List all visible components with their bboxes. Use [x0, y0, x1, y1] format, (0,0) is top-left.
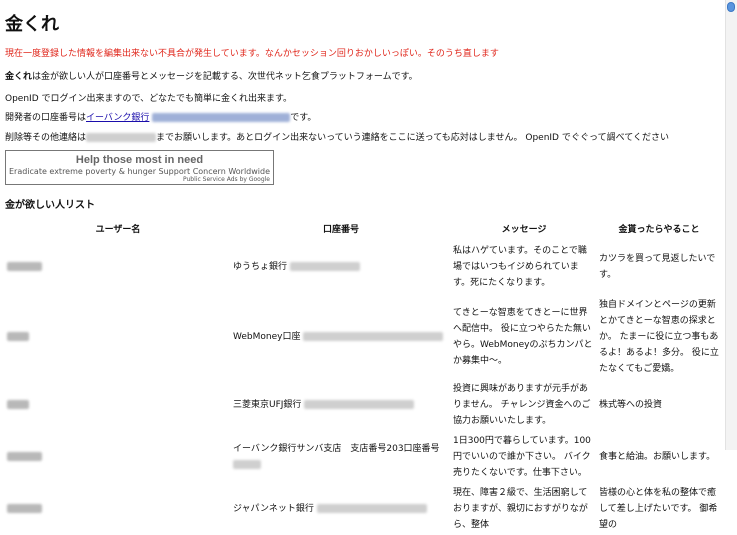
- table-row: ゆうちょ銀行 私はハゲています。そのことで職場ではいつもイジめられています。死に…: [5, 239, 721, 295]
- bank-name: ゆうちょ銀行: [233, 262, 288, 272]
- account-cell: WebMoney口座: [231, 295, 451, 379]
- table-row: イーバンク銀行サンバ支店 支店番号203口座番号 1日300円で暮らしています。…: [5, 431, 721, 483]
- redacted-account-number: [152, 113, 291, 122]
- plan-cell: 独自ドメインとページの更新とかてきとーな智恵の探求とか。 たまーに役に立つ事もあ…: [599, 300, 719, 374]
- redacted-username: [7, 262, 42, 271]
- developer-account-prefix: 開発者の口座番号は: [5, 113, 87, 123]
- table-row: ジャパンネット銀行 現在、障害２級で、生活困窮しておりますが、親切におすがりなが…: [5, 483, 721, 535]
- bank-name: ジャパンネット銀行: [233, 504, 314, 514]
- message-cell: 現在、障害２級で、生活困窮しておりますが、親切におすがりながら、整体: [453, 488, 588, 530]
- beggar-table: ユーザー名 口座番号 メッセージ 金貰ったらやること ゆうちょ銀行 私はハゲてい…: [5, 218, 721, 535]
- bank-name: イーバンク銀行サンバ支店 支店番号203口座番号: [233, 444, 440, 454]
- intro-description: は金が欲しい人が口座番号とメッセージを記載する、次世代ネット乞食プラットフォーム…: [32, 72, 418, 82]
- column-header-plan: 金貰ったらやること: [618, 225, 700, 235]
- bank-name: 三菱東京UFJ銀行: [233, 400, 302, 410]
- intro-line-developer-account: 開発者の口座番号はイーバンク銀行 です。: [5, 110, 316, 123]
- username-cell: [5, 239, 231, 295]
- ad-attribution: Public Service Ads by Google: [182, 176, 270, 183]
- intro-line-contact: 削除等その他連絡は までお願いします。あとログイン出来ないっていう連絡をここに送っ…: [5, 130, 669, 143]
- username-cell: [5, 295, 231, 379]
- column-header-account: 口座番号: [322, 225, 359, 235]
- contact-prefix: 削除等その他連絡は: [5, 133, 87, 143]
- redacted-account-number: [304, 400, 415, 409]
- redacted-account-number: [289, 262, 360, 271]
- message-cell: 1日300円で暮らしています。100円でいいので誰か下さい。 バイク売りたくない…: [453, 436, 591, 478]
- ad-title: Help those most in need: [75, 154, 204, 166]
- plan-cell: 皆様の心と体を私の整体で癒して差し上げたいです。 御希望の: [599, 488, 718, 530]
- brand-name: 金くれ: [5, 72, 33, 82]
- account-cell: ジャパンネット銀行: [231, 483, 451, 535]
- plan-cell: 株式等への投資: [599, 400, 663, 410]
- account-cell: 三菱東京UFJ銀行: [231, 379, 451, 431]
- redacted-username: [7, 452, 42, 461]
- table-row: WebMoney口座 てきとーな智恵をてきとーに世界へ配信中。 役に立つやらたた…: [5, 295, 721, 379]
- page-title: 金くれ: [5, 14, 59, 35]
- username-cell: [5, 431, 231, 483]
- message-cell: てきとーな智恵をてきとーに世界へ配信中。 役に立つやらたた無いやら。WebMon…: [453, 308, 593, 366]
- table-header-row: ユーザー名 口座番号 メッセージ 金貰ったらやること: [5, 218, 721, 239]
- developer-account-suffix: です。: [290, 113, 317, 123]
- account-cell: ゆうちょ銀行: [231, 239, 451, 295]
- ad-subtitle: Eradicate extreme poverty & hunger Suppo…: [8, 167, 271, 176]
- scrollbar-thumb[interactable]: [727, 2, 735, 12]
- intro-line-openid: OpenID でログイン出来ますので、どなたでも簡単に金くれ出来ます。: [5, 94, 293, 104]
- column-header-message: メッセージ: [501, 225, 547, 235]
- redacted-account-number: [303, 332, 444, 341]
- bank-link[interactable]: イーバンク銀行: [86, 113, 149, 123]
- column-header-username: ユーザー名: [95, 225, 141, 235]
- redacted-account-number: [316, 504, 427, 513]
- bank-name: WebMoney口座: [233, 332, 301, 342]
- redacted-account-number: [233, 460, 261, 469]
- redacted-contact-email: [86, 133, 157, 142]
- redacted-username: [7, 400, 29, 409]
- table-row: 三菱東京UFJ銀行 投資に興味がありますが元手がありません。 チャレンジ資金への…: [5, 379, 721, 431]
- username-cell: [5, 483, 231, 535]
- ad-banner[interactable]: Help those most in need Eradicate extrem…: [5, 150, 274, 185]
- account-cell: イーバンク銀行サンバ支店 支店番号203口座番号: [231, 431, 451, 483]
- list-heading: 金が欲しい人リスト: [5, 200, 95, 211]
- message-cell: 私はハゲています。そのことで職場ではいつもイジめられています。死にたくなります。: [453, 246, 587, 288]
- redacted-username: [7, 504, 42, 513]
- message-cell: 投資に興味がありますが元手がありません。 チャレンジ資金へのご協力お願いいたしま…: [453, 384, 591, 426]
- intro-line-description: 金くれは金が欲しい人が口座番号とメッセージを記載する、次世代ネット乞食プラットフ…: [5, 69, 418, 82]
- username-cell: [5, 379, 231, 431]
- redacted-username: [7, 332, 29, 341]
- plan-cell: 食事と給油。お願いします。: [599, 452, 716, 462]
- contact-suffix: までお願いします。あとログイン出来ないっていう連絡をここに送っても応対はしません…: [156, 133, 669, 143]
- error-notice: 現在一度登録した情報を編集出来ない不具合が発生しています。なんかセッション回りお…: [5, 49, 499, 59]
- vertical-scrollbar[interactable]: [725, 0, 737, 450]
- plan-cell: カツラを買って見返したいです。: [599, 254, 716, 280]
